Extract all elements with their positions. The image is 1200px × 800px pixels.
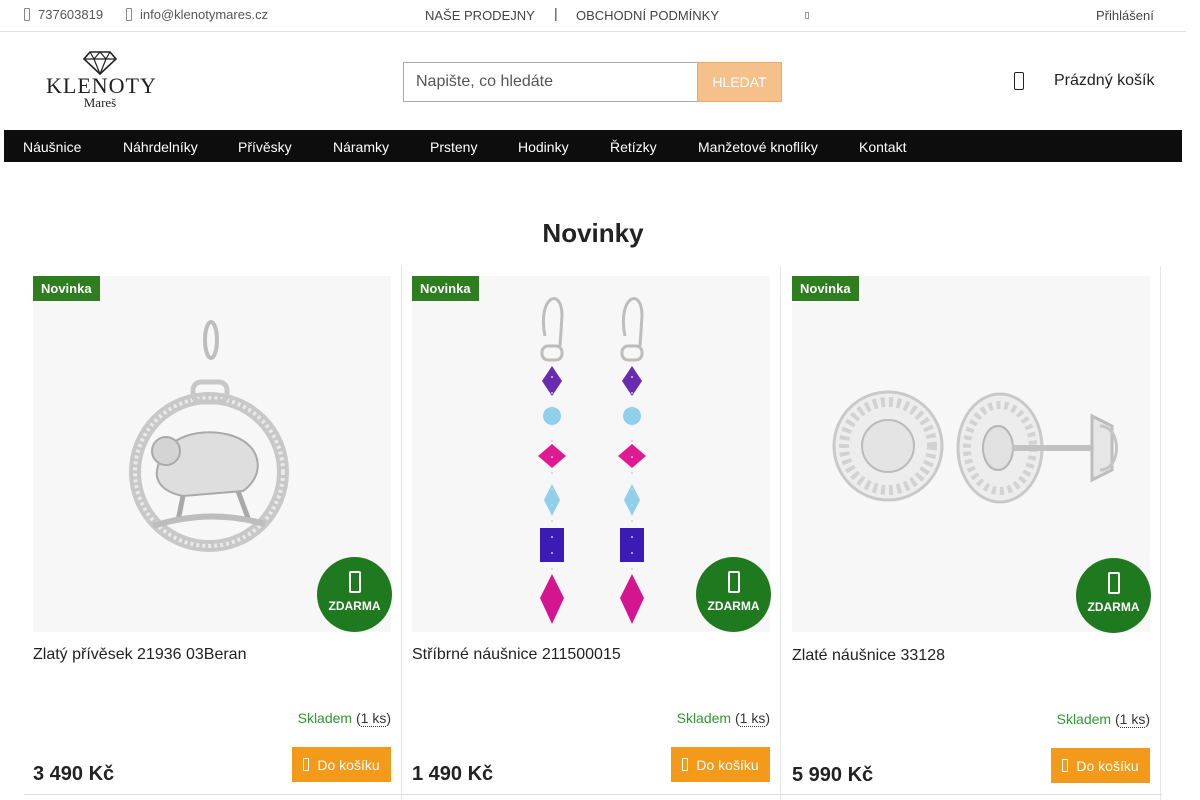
logo-name: KLENOTY [46, 73, 157, 98]
add-to-cart-button[interactable]: Do košíku [292, 747, 391, 782]
search-input[interactable] [403, 62, 697, 102]
site-logo[interactable]: KLENOTY Mareš [46, 50, 157, 112]
product-title[interactable]: Zlaté náušnice 33128 [792, 647, 945, 665]
gift-icon [727, 571, 740, 593]
nav-item-hodinky[interactable]: Hodinky [518, 139, 569, 155]
login-link[interactable]: Přihlášení [1096, 8, 1154, 23]
product-card: Novinka ZDARMA Stříbrné náušnice 2115000… [402, 266, 781, 800]
nav-item-privesky[interactable]: Přívěsky [238, 139, 292, 155]
shopping-bag-icon [1014, 72, 1024, 90]
buy-label: Do košíku [317, 756, 380, 773]
phone-number[interactable]: 737603819 [38, 7, 103, 22]
nav-item-nahrdelniky[interactable]: Náhrdelníky [123, 139, 198, 155]
badge-novinka: Novinka [412, 276, 479, 301]
search-button[interactable]: HLEDAT [697, 62, 782, 102]
free-label: ZDARMA [707, 599, 760, 613]
stock-status: Skladem (1 ks) [1056, 711, 1150, 728]
nav-item-prsteny[interactable]: Prsteny [430, 139, 477, 155]
phone-contact[interactable]: 737603819 [24, 7, 103, 22]
buy-label: Do košíku [696, 756, 759, 773]
nav-item-manzetove-knofliky[interactable]: Manžetové knoflíky [698, 139, 818, 155]
stock-label: Skladem [676, 710, 732, 726]
free-label: ZDARMA [328, 599, 381, 613]
free-gift-badge: ZDARMA [1076, 558, 1151, 633]
product-price: 1 490 Kč [412, 763, 494, 785]
add-to-cart-button[interactable]: Do košíku [671, 747, 770, 782]
main-navigation: Náušnice Náhrdelníky Přívěsky Náramky Pr… [4, 130, 1182, 162]
free-gift-badge: ZDARMA [696, 557, 771, 632]
grid-divider [24, 794, 1162, 795]
stock-status: Skladem (1 ks) [676, 710, 770, 727]
cart-icon [1062, 759, 1069, 772]
email-contact[interactable]: info@klenotymares.cz [126, 7, 268, 22]
product-card: Novinka ZDARMA Zlaté náušnice 33128 Skla… [782, 266, 1161, 800]
product-price: 3 490 Kč [33, 763, 115, 785]
section-title: Novinky [542, 218, 644, 248]
free-label: ZDARMA [1087, 600, 1140, 614]
nav-item-naramky[interactable]: Náramky [333, 139, 389, 155]
email-address[interactable]: info@klenotymares.cz [140, 7, 268, 22]
search-form: HLEDAT [403, 62, 782, 102]
cart-icon [682, 758, 689, 771]
stock-status: Skladem (1 ks) [297, 710, 391, 727]
cart-label[interactable]: Prázdný košík [1054, 72, 1154, 90]
product-card: Novinka ZDARMA Zlatý přívěsek 21936 03Be… [23, 266, 402, 800]
cart-icon [303, 758, 310, 771]
more-icon[interactable] [805, 12, 809, 19]
gift-icon [1107, 572, 1120, 594]
gift-icon [348, 571, 361, 593]
badge-novinka: Novinka [792, 276, 859, 301]
nav-item-retizky[interactable]: Řetízky [610, 139, 657, 155]
topbar-separator: | [554, 5, 558, 21]
link-obchodni-podminky[interactable]: OBCHODNÍ PODMÍNKY [576, 8, 719, 23]
buy-label: Do košíku [1076, 757, 1139, 774]
product-title[interactable]: Stříbrné náušnice 211500015 [412, 646, 621, 664]
stock-qty: 1 ks [739, 710, 766, 727]
stock-label: Skladem [1056, 711, 1112, 727]
badge-novinka: Novinka [33, 276, 100, 301]
stock-label: Skladem [297, 710, 353, 726]
cart-widget[interactable]: Prázdný košík [1014, 72, 1154, 90]
stock-qty: 1 ks [360, 710, 387, 727]
phone-icon [24, 8, 30, 21]
link-nase-prodejny[interactable]: NAŠE PRODEJNY [425, 8, 535, 23]
add-to-cart-button[interactable]: Do košíku [1051, 748, 1150, 783]
product-price: 5 990 Kč [792, 764, 874, 786]
top-bar: 737603819 info@klenotymares.cz NAŠE PROD… [0, 0, 1186, 32]
stock-qty: 1 ks [1119, 711, 1146, 728]
envelope-icon [126, 8, 132, 21]
nav-item-nausnice[interactable]: Náušnice [23, 139, 81, 155]
product-title[interactable]: Zlatý přívěsek 21936 03Beran [33, 646, 246, 664]
nav-item-kontakt[interactable]: Kontakt [859, 139, 906, 155]
free-gift-badge: ZDARMA [317, 557, 392, 632]
